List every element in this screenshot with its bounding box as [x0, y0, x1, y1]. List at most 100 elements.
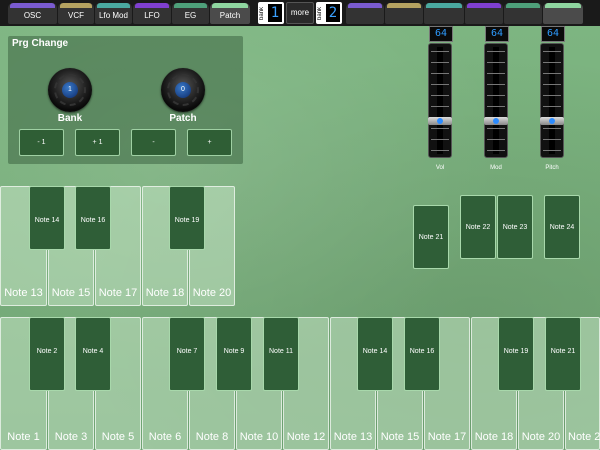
tab-lfo-mod[interactable]: Lfo Mod	[95, 3, 132, 24]
bank-left-value: 1	[268, 4, 282, 22]
fader-tick	[543, 84, 561, 85]
note-pad[interactable]: Note 22	[460, 195, 496, 259]
fader-tick	[487, 62, 505, 63]
lower-black-key-label: Note 4	[82, 348, 104, 355]
upper-black-key-label: Note 16	[80, 217, 106, 224]
tab-lfo[interactable]: LFO	[133, 3, 171, 24]
lower-black-key[interactable]: Note 16	[404, 317, 440, 391]
bank-left-selector[interactable]: bank 1	[258, 2, 284, 24]
tab-slot-3[interactable]	[424, 3, 464, 24]
bank-left-label: bank	[259, 6, 265, 20]
lower-black-key[interactable]: Note 19	[498, 317, 534, 391]
tab-slot-4[interactable]	[465, 3, 503, 24]
lower-white-key-label: Note 8	[195, 431, 229, 443]
bank-right-value: 2	[326, 4, 340, 22]
note-pad[interactable]: Note 24	[544, 195, 580, 259]
program-change-title: Prg Change	[12, 38, 69, 49]
lower-white-key-label: Note 12	[286, 431, 326, 443]
fader-tick	[487, 95, 505, 96]
patch-minus-button[interactable]: -	[131, 129, 176, 156]
tab-osc[interactable]: OSC	[8, 3, 57, 24]
lower-black-key[interactable]: Note 4	[75, 317, 111, 391]
fader-tick	[487, 150, 505, 151]
program-change-panel: Prg Change 1 Bank 0 Patch - 1 + 1 - +	[8, 36, 243, 164]
tab-slot-3-color	[426, 3, 462, 8]
mod-fader-value: 64	[485, 26, 509, 42]
pitch-fader-value: 64	[541, 26, 565, 42]
fader-tick	[431, 62, 449, 63]
tab-eg-color	[174, 3, 207, 8]
tab-vcf-label: VCF	[68, 11, 84, 20]
fader-tick	[487, 73, 505, 74]
lower-black-key[interactable]: Note 14	[357, 317, 393, 391]
fader-tick	[431, 84, 449, 85]
lower-white-key-label: Note 18	[474, 431, 514, 443]
upper-black-key[interactable]: Note 19	[169, 186, 205, 250]
bank-plus-button[interactable]: + 1	[75, 129, 120, 156]
fader-tick	[543, 62, 561, 63]
more-button[interactable]: more	[286, 2, 314, 24]
pitch-fader[interactable]: 64 Pitch	[538, 25, 568, 171]
fader-tick	[487, 128, 505, 129]
tab-vcf[interactable]: VCF	[58, 3, 94, 24]
mod-fader[interactable]: 64 Mod	[482, 25, 512, 171]
tab-patch[interactable]: Patch	[210, 3, 250, 24]
upper-white-key-label: Note 15	[51, 287, 91, 299]
tab-vcf-color	[60, 3, 92, 8]
fader-tick	[487, 51, 505, 52]
fader-tick	[431, 73, 449, 74]
tab-slot-4-color	[467, 3, 501, 8]
fader-tick	[487, 139, 505, 140]
lower-black-key-label: Note 19	[503, 348, 529, 355]
tab-eg[interactable]: EG	[172, 3, 209, 24]
fader-tick	[487, 84, 505, 85]
lower-white-key-label: Note 6	[148, 431, 182, 443]
upper-black-key[interactable]: Note 14	[29, 186, 65, 250]
pitch-fader-handle[interactable]	[540, 116, 564, 125]
mod-fader-handle[interactable]	[484, 116, 508, 125]
lower-black-key[interactable]: Note 7	[169, 317, 205, 391]
vol-fader-handle[interactable]	[428, 116, 452, 125]
tab-slot-5[interactable]	[504, 3, 542, 24]
fader-tick	[543, 128, 561, 129]
bank-right-selector[interactable]: bank 2	[316, 2, 342, 24]
lower-black-key-label: Note 9	[223, 348, 245, 355]
tab-slot-6-color	[545, 3, 581, 8]
tab-slot-2-color	[387, 3, 421, 8]
note-pad[interactable]: Note 23	[497, 195, 533, 259]
note-pad[interactable]: Note 21	[413, 205, 449, 269]
patch-knob[interactable]: 0	[161, 68, 205, 112]
fader-tick	[543, 95, 561, 96]
fader-tick	[543, 73, 561, 74]
top-tab-bar: OSC VCF Lfo Mod LFO EG Patch bank 1 more…	[0, 0, 600, 26]
patch-knob-label: Patch	[169, 113, 197, 124]
fader-tick	[543, 150, 561, 151]
vol-fader[interactable]: 64 Vol	[426, 25, 456, 171]
lower-black-key-label: Note 11	[269, 348, 293, 355]
tab-patch-color	[212, 3, 248, 8]
lower-black-key-label: Note 7	[176, 348, 198, 355]
bank-minus-button[interactable]: - 1	[19, 129, 64, 156]
bank-knob[interactable]: 1	[48, 68, 92, 112]
lower-black-key[interactable]: Note 9	[216, 317, 252, 391]
fader-tick	[543, 106, 561, 107]
mod-fader-label: Mod	[490, 165, 502, 171]
patch-knob-value: 0	[181, 86, 185, 93]
pitch-fader-handle-dot	[549, 117, 555, 124]
lower-black-key[interactable]: Note 11	[263, 317, 299, 391]
tab-slot-2[interactable]	[385, 3, 423, 24]
synth-controller-screen: OSC VCF Lfo Mod LFO EG Patch bank 1 more…	[0, 0, 600, 450]
vol-fader-handle-dot	[437, 117, 443, 124]
upper-black-key[interactable]: Note 16	[75, 186, 111, 250]
fader-tick	[543, 139, 561, 140]
lower-black-key[interactable]: Note 21	[545, 317, 581, 391]
tab-slot-6[interactable]	[543, 3, 583, 24]
lower-white-key-label: Note 2	[568, 431, 600, 443]
tab-slot-1[interactable]	[346, 3, 384, 24]
lower-black-key[interactable]: Note 2	[29, 317, 65, 391]
upper-black-key-label: Note 19	[174, 217, 200, 224]
fader-tick	[543, 51, 561, 52]
lower-black-key-label: Note 16	[409, 348, 435, 355]
patch-plus-button[interactable]: +	[187, 129, 232, 156]
tab-lfo-mod-label: Lfo Mod	[99, 11, 128, 20]
